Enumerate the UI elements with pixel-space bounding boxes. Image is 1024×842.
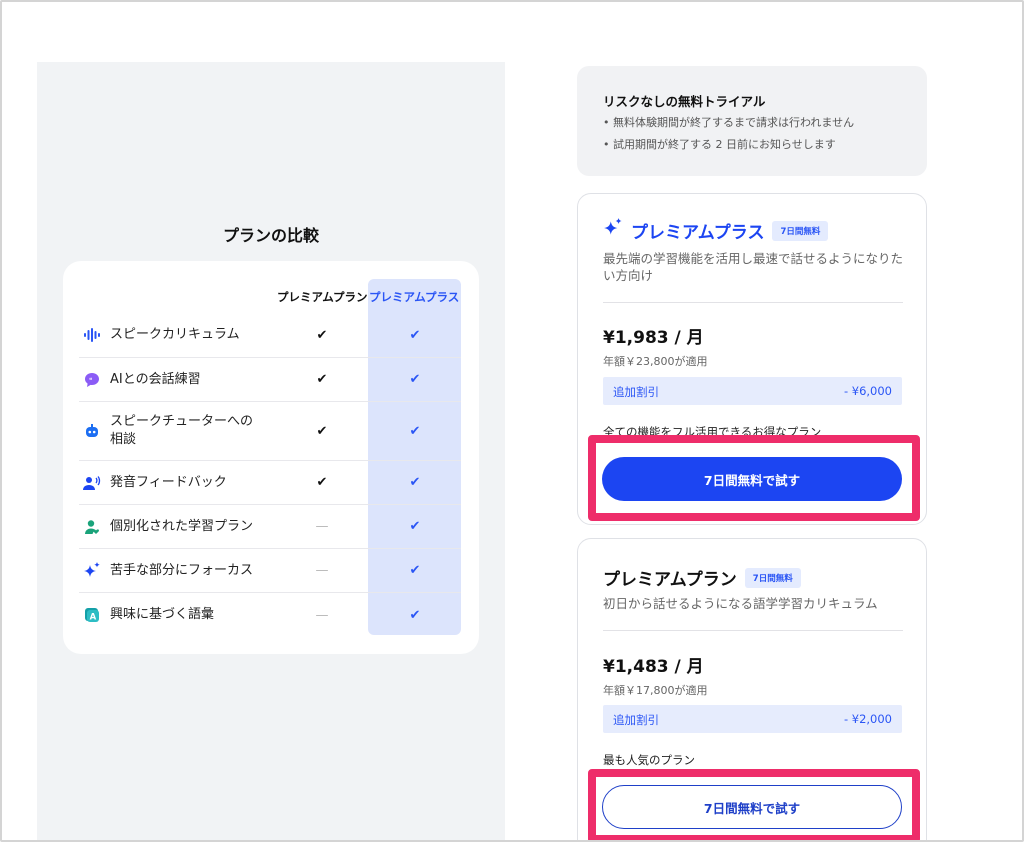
annual-price: 年額￥23,800が適用 [603, 355, 708, 368]
sparkle-icon [603, 218, 623, 243]
discount-bar: 追加割引 - ¥6,000 [603, 377, 902, 405]
plus-check-icon: ✔ [409, 423, 421, 439]
divider [603, 630, 903, 631]
trial-info-box: リスクなしの無料トライアル • 無料体験期間が終了するまで請求は行われません •… [577, 66, 927, 176]
table-row: ❝ AIとの会話練習 ✔ ✔ [79, 358, 461, 402]
feature-label: スピークチューターへの相談 [110, 414, 254, 447]
feature-rows: スピークカリキュラム ✔ ✔ ❝ AIとの会話練習 ✔ ✔ スピークチューターへ… [79, 313, 461, 637]
plus-check-icon: ✔ [409, 519, 421, 534]
comparison-panel: プランの比較 プレミアムプラン プレミアムプラス スピークカリキュラム ✔ ✔ [37, 62, 505, 840]
discount-value: - ¥6,000 [843, 384, 892, 398]
table-row: 個別化された学習プラン — ✔ [79, 505, 461, 549]
premium-check-icon: ✔ [316, 372, 328, 387]
plus-check-icon: ✔ [409, 372, 421, 387]
letter-a-icon: A [83, 606, 101, 624]
comparison-title: プランの比較 [222, 226, 319, 245]
feature-label: 興味に基づく語彙 [110, 607, 215, 622]
plus-check-icon: ✔ [409, 327, 421, 343]
plan-title: プレミアムプラン 7日間無料 [603, 565, 801, 590]
premium-dash-icon: — [315, 607, 329, 623]
robot-icon [83, 422, 101, 440]
premium-check-icon: ✔ [316, 327, 328, 343]
feature-label: スピークカリキュラム [110, 327, 240, 342]
speaking-person-icon [83, 474, 101, 492]
start-trial-button-premium[interactable]: 7日間無料で試す [602, 785, 902, 829]
cta-highlight-box: 7日間無料で試す [588, 435, 920, 521]
table-row: スピークチューターへの相談 ✔ ✔ [79, 402, 461, 461]
trial-badge: 7日間無料 [772, 220, 829, 241]
discount-label: 追加割引 [613, 713, 659, 727]
table-row: スピークカリキュラム ✔ ✔ [79, 313, 461, 358]
divider [603, 302, 903, 303]
feature-label: 発音フィードバック [110, 474, 227, 490]
plan-name: プレミアムプラン [603, 570, 737, 590]
table-row: 発音フィードバック ✔ ✔ [79, 461, 461, 505]
waveform-icon [83, 326, 101, 344]
plan-description: 初日から話せるようになる語学学習カリキュラム [603, 596, 878, 611]
feature-label: 苦手な部分にフォーカス [110, 562, 254, 578]
plan-name: プレミアムプラス [631, 223, 765, 243]
sparkle-icon [83, 561, 101, 580]
table-row: 苦手な部分にフォーカス — ✔ [79, 549, 461, 593]
chat-bubble-icon: ❝ [83, 371, 101, 389]
column-header-plus: プレミアムプラス [369, 290, 460, 304]
plan-price: ¥1,983 / 月 [603, 328, 704, 348]
plus-check-icon: ✔ [409, 607, 421, 623]
discount-value: - ¥2,000 [843, 712, 892, 726]
annual-price: 年額￥17,800が適用 [603, 684, 708, 697]
plan-title: プレミアムプラス 7日間無料 [603, 218, 829, 243]
trial-badge: 7日間無料 [744, 567, 801, 588]
start-trial-button-plus[interactable]: 7日間無料で試す [602, 457, 902, 501]
trial-bullet: • 無料体験期間が終了するまで請求は行われません [603, 116, 855, 129]
comparison-table: プレミアムプラン プレミアムプラス スピークカリキュラム ✔ ✔ ❝ AIとの会… [63, 261, 479, 654]
premium-dash-icon: — [315, 519, 329, 534]
plus-check-icon: ✔ [409, 563, 421, 578]
column-header-premium: プレミアムプラン [277, 290, 368, 304]
person-heart-icon [83, 518, 101, 536]
premium-dash-icon: — [315, 563, 329, 578]
premium-check-icon: ✔ [316, 475, 328, 490]
plan-tagline: 最も人気のプラン [603, 753, 695, 767]
trial-bullet: • 試用期間が終了する 2 日前にお知らせします [603, 138, 836, 151]
table-row: A 興味に基づく語彙 — ✔ [79, 593, 461, 637]
feature-label: 個別化された学習プラン [110, 518, 254, 534]
premium-check-icon: ✔ [316, 423, 328, 439]
page-frame: プランの比較 プレミアムプラン プレミアムプラス スピークカリキュラム ✔ ✔ [0, 0, 1024, 842]
discount-label: 追加割引 [613, 385, 659, 399]
svg-text:A: A [90, 613, 97, 623]
plus-check-icon: ✔ [409, 475, 421, 490]
feature-label: AIとの会話練習 [110, 371, 201, 387]
cta-highlight-box: 7日間無料で試す [588, 769, 920, 840]
plan-price: ¥1,483 / 月 [603, 657, 704, 677]
discount-bar: 追加割引 - ¥2,000 [603, 705, 902, 733]
plan-description: 最先端の学習機能を活用し最速で話せるようになりたい方向け [603, 251, 904, 283]
trial-title: リスクなしの無料トライアル [603, 94, 766, 109]
